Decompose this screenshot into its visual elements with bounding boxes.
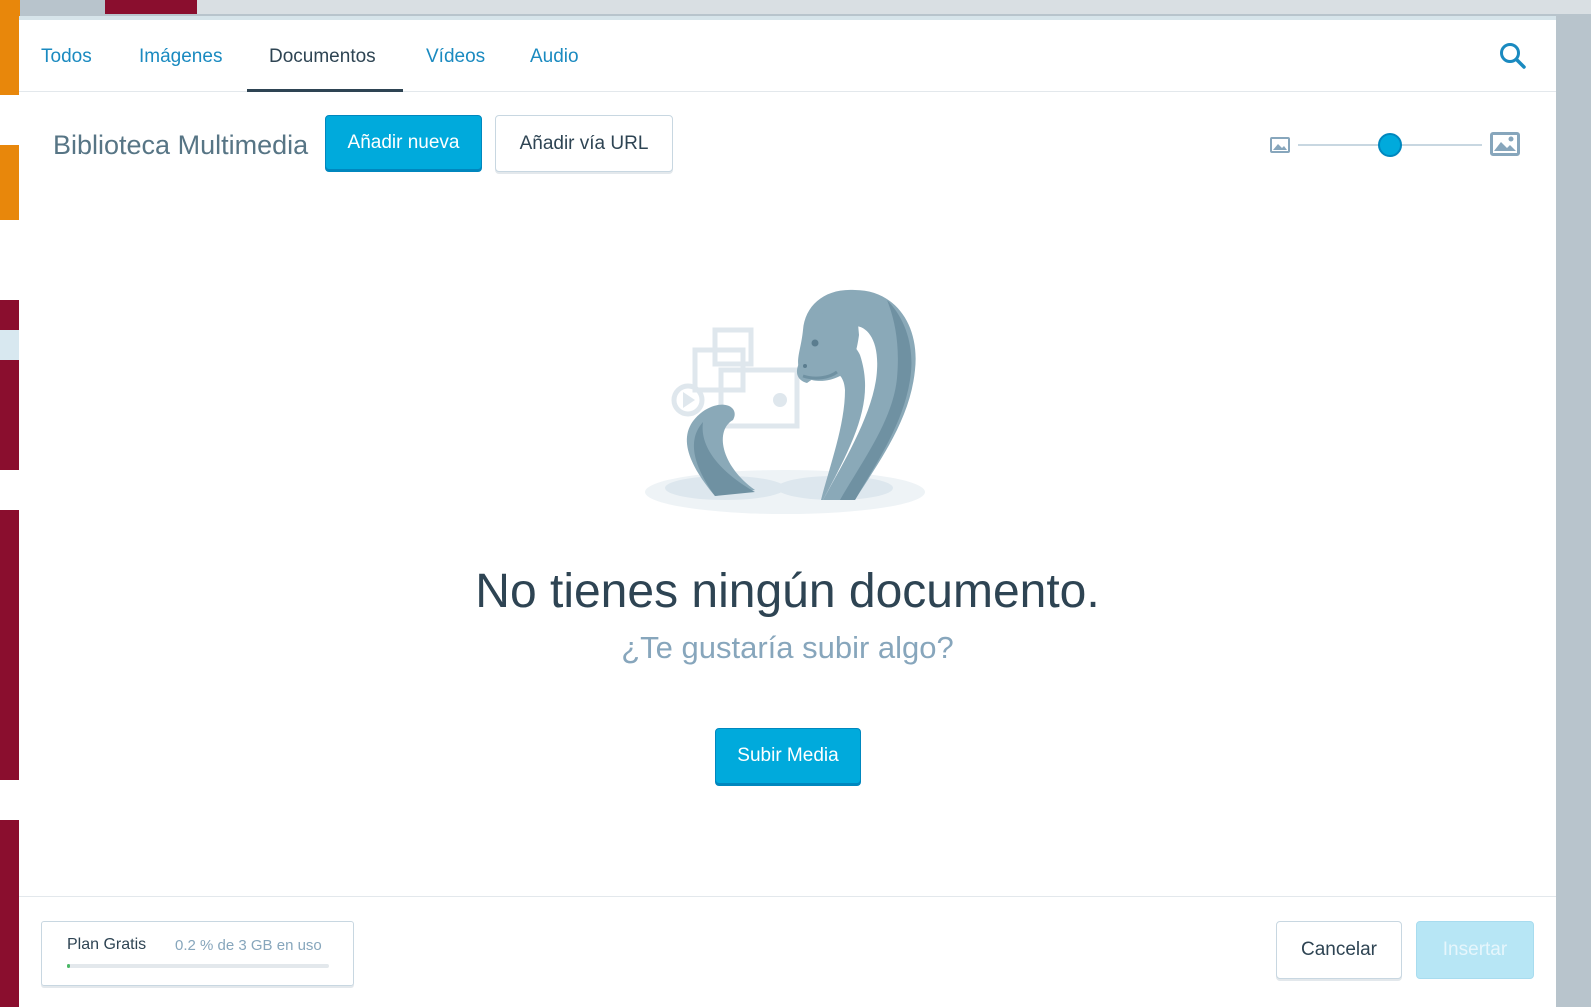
search-icon[interactable] bbox=[1497, 40, 1529, 72]
library-title: Biblioteca Multimedia bbox=[53, 130, 309, 160]
upload-media-button[interactable]: Subir Media bbox=[715, 728, 861, 784]
add-via-url-button[interactable]: Añadir vía URL bbox=[495, 115, 673, 172]
sea-monster-illustration bbox=[645, 289, 925, 514]
add-new-button[interactable]: Añadir nueva bbox=[325, 115, 482, 170]
thumbnail-size-slider[interactable] bbox=[1378, 133, 1402, 157]
tab-audio[interactable]: Audio bbox=[530, 46, 579, 68]
tab-documentos[interactable]: Documentos bbox=[269, 46, 376, 68]
storage-progress-bar bbox=[67, 964, 329, 968]
media-modal: Todos Imágenes Documentos Vídeos Audio B… bbox=[19, 16, 1556, 1007]
background-top-strip bbox=[197, 0, 1591, 14]
plan-storage-box[interactable]: Plan Gratis 0.2 % de 3 GB en uso bbox=[41, 921, 354, 986]
insert-button[interactable]: Insertar bbox=[1416, 921, 1534, 979]
storage-progress-fill bbox=[67, 964, 70, 968]
background-stripes bbox=[0, 0, 20, 1007]
small-image-icon bbox=[1270, 137, 1290, 153]
plan-name: Plan Gratis bbox=[67, 936, 147, 953]
empty-state-title: No tienes ningún documento. bbox=[475, 565, 1100, 618]
background-top-block bbox=[105, 0, 197, 14]
empty-state-subtitle: ¿Te gustaría subir algo? bbox=[621, 630, 954, 665]
cancel-button[interactable]: Cancelar bbox=[1276, 921, 1402, 979]
storage-usage: 0.2 % de 3 GB en uso bbox=[175, 937, 322, 954]
modal-footer: Plan Gratis 0.2 % de 3 GB en uso Cancela… bbox=[19, 896, 1556, 1007]
filter-tabs: Todos Imágenes Documentos Vídeos Audio bbox=[19, 20, 1556, 92]
tab-todos[interactable]: Todos bbox=[41, 46, 92, 68]
active-tab-indicator bbox=[247, 89, 403, 92]
tab-videos[interactable]: Vídeos bbox=[426, 46, 485, 68]
tab-imagenes[interactable]: Imágenes bbox=[139, 46, 222, 68]
large-image-icon bbox=[1490, 132, 1520, 156]
